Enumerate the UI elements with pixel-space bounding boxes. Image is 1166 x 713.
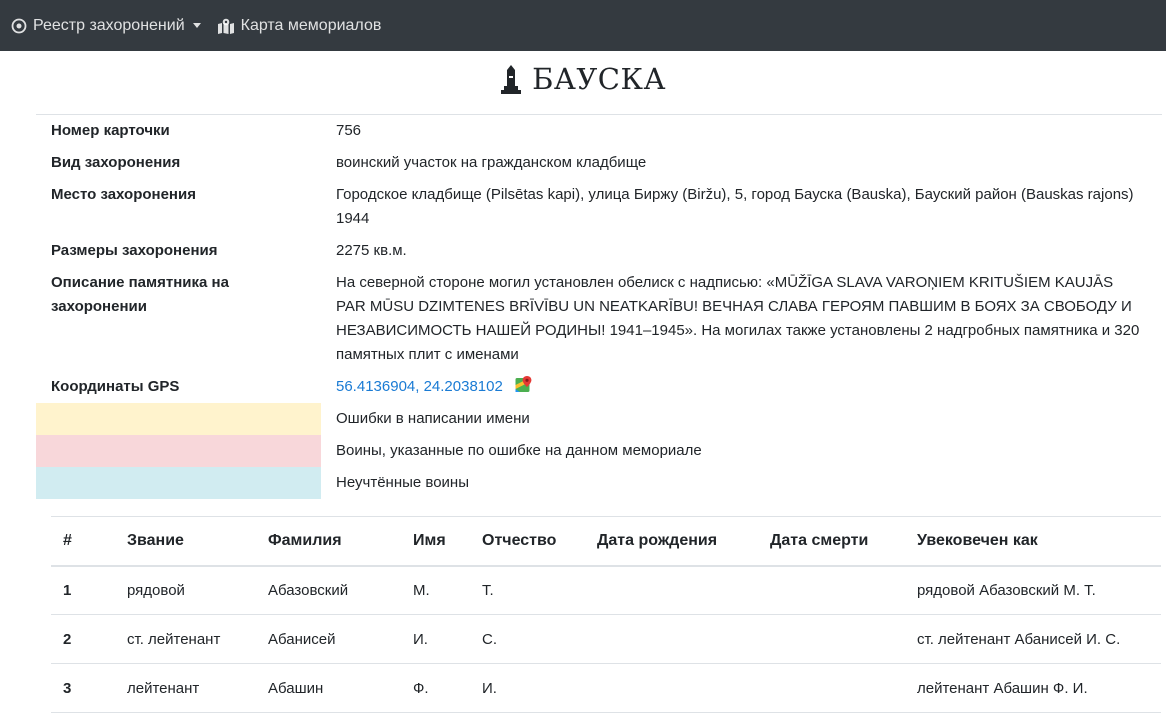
- patronymic-cell: С.: [470, 614, 585, 664]
- rank-cell: лейтенант: [115, 663, 256, 713]
- birth-date-cell: [585, 565, 758, 615]
- immortalized-as-cell: рядовой Абазовский М. Т.: [905, 565, 1161, 615]
- legend-row-unaccounted: Неучтённые воины: [36, 467, 1162, 499]
- info-value: воинский участок на гражданском кладбище: [336, 154, 647, 171]
- surname-cell: Абанисей: [256, 614, 401, 664]
- row-number: 1: [51, 565, 115, 615]
- column-header: Дата рождения: [585, 516, 758, 567]
- patronymic-cell: Т.: [470, 565, 585, 615]
- legend-swatch: [36, 435, 321, 467]
- info-row-gps: Координаты GPS 56.4136904, 24.2038102: [36, 371, 1162, 403]
- google-maps-icon[interactable]: [515, 376, 532, 393]
- info-label: Координаты GPS: [51, 378, 180, 395]
- memorial-info: Номер карточки 756 Вид захоронения воинс…: [36, 114, 1162, 499]
- column-header: #: [51, 516, 115, 567]
- surname-cell: Абашин: [256, 663, 401, 713]
- legend-row-wrong-memorial: Воины, указанные по ошибке на данном мем…: [36, 435, 1162, 467]
- patronymic-cell: И.: [470, 663, 585, 713]
- rank-cell: рядовой: [115, 565, 256, 615]
- page-header: БАУСКА: [0, 62, 1166, 96]
- legend-swatch: [36, 467, 321, 499]
- registry-dropdown[interactable]: Реестр захоронений: [11, 17, 201, 35]
- info-label: Размеры захоронения: [51, 242, 218, 259]
- legend-text: Неучтённые воины: [336, 474, 469, 491]
- table-row: 3 лейтенант Абашин Ф. И. лейтенант Абаши…: [51, 663, 1161, 713]
- column-header: Отчество: [470, 516, 585, 567]
- info-label: Место захоронения: [51, 186, 196, 203]
- caret-down-icon: [192, 23, 201, 28]
- info-value: Городское кладбище (Pilsētas kapi), улиц…: [336, 186, 1134, 227]
- death-date-cell: [758, 565, 905, 615]
- info-row-location: Место захоронения Городское кладбище (Pi…: [36, 179, 1162, 235]
- info-value: 756: [336, 122, 362, 139]
- registry-label: Реестр захоронений: [33, 16, 185, 34]
- first-name-cell: И.: [401, 614, 470, 664]
- column-header: Звание: [115, 516, 256, 567]
- memorial-map-link[interactable]: Карта мемориалов: [217, 16, 382, 35]
- first-name-cell: Ф.: [401, 663, 470, 713]
- table-row: 2 ст. лейтенант Абанисей И. С. ст. лейте…: [51, 614, 1161, 664]
- birth-date-cell: [585, 614, 758, 664]
- info-value: 2275 кв.м.: [336, 242, 407, 259]
- surname-cell: Абазовский: [256, 565, 401, 615]
- rank-cell: ст. лейтенант: [115, 614, 256, 664]
- death-date-cell: [758, 614, 905, 664]
- table-row: 1 рядовой Абазовский М. Т. рядовой Абазо…: [51, 565, 1161, 615]
- column-header: Имя: [401, 516, 470, 567]
- table-header-row: # Звание Фамилия Имя Отчество Дата рожде…: [51, 516, 1161, 567]
- info-value: 56.4136904, 24.2038102: [321, 371, 1162, 403]
- death-date-cell: [758, 663, 905, 713]
- info-label: Вид захоронения: [51, 154, 181, 171]
- monument-icon: [501, 65, 522, 94]
- gps-coordinates-link[interactable]: 56.4136904, 24.2038102: [336, 378, 503, 395]
- memorial-map-label: Карта мемориалов: [240, 16, 382, 34]
- soldiers-table: # Звание Фамилия Имя Отчество Дата рожде…: [51, 516, 1161, 713]
- page-title: БАУСКА: [532, 62, 666, 96]
- legend-swatch: [36, 403, 321, 435]
- info-row-size: Размеры захоронения 2275 кв.м.: [36, 235, 1162, 267]
- legend-text: Ошибки в написании имени: [336, 410, 530, 427]
- info-row-burial-type: Вид захоронения воинский участок на граж…: [36, 147, 1162, 179]
- info-label: Описание памятника на захоронении: [51, 274, 229, 315]
- target-icon: [11, 18, 27, 33]
- row-number: 2: [51, 614, 115, 664]
- info-row-card-number: Номер карточки 756: [36, 115, 1162, 147]
- row-number: 3: [51, 663, 115, 713]
- column-header: Фамилия: [256, 516, 401, 567]
- birth-date-cell: [585, 663, 758, 713]
- legend-row-name-errors: Ошибки в написании имени: [36, 403, 1162, 435]
- column-header: Дата смерти: [758, 516, 905, 567]
- info-label: Номер карточки: [51, 122, 170, 139]
- first-name-cell: М.: [401, 565, 470, 615]
- legend-text: Воины, указанные по ошибке на данном мем…: [336, 442, 702, 459]
- info-row-description: Описание памятника на захоронении На сев…: [36, 267, 1162, 371]
- immortalized-as-cell: ст. лейтенант Абанисей И. С.: [905, 614, 1161, 664]
- column-header: Увековечен как: [905, 516, 1161, 567]
- immortalized-as-cell: лейтенант Абашин Ф. И.: [905, 663, 1161, 713]
- info-value: На северной стороне могил установлен обе…: [336, 274, 1140, 363]
- map-marker-icon: [217, 18, 234, 34]
- top-navbar: Реестр захоронений Карта мемориалов: [0, 0, 1166, 51]
